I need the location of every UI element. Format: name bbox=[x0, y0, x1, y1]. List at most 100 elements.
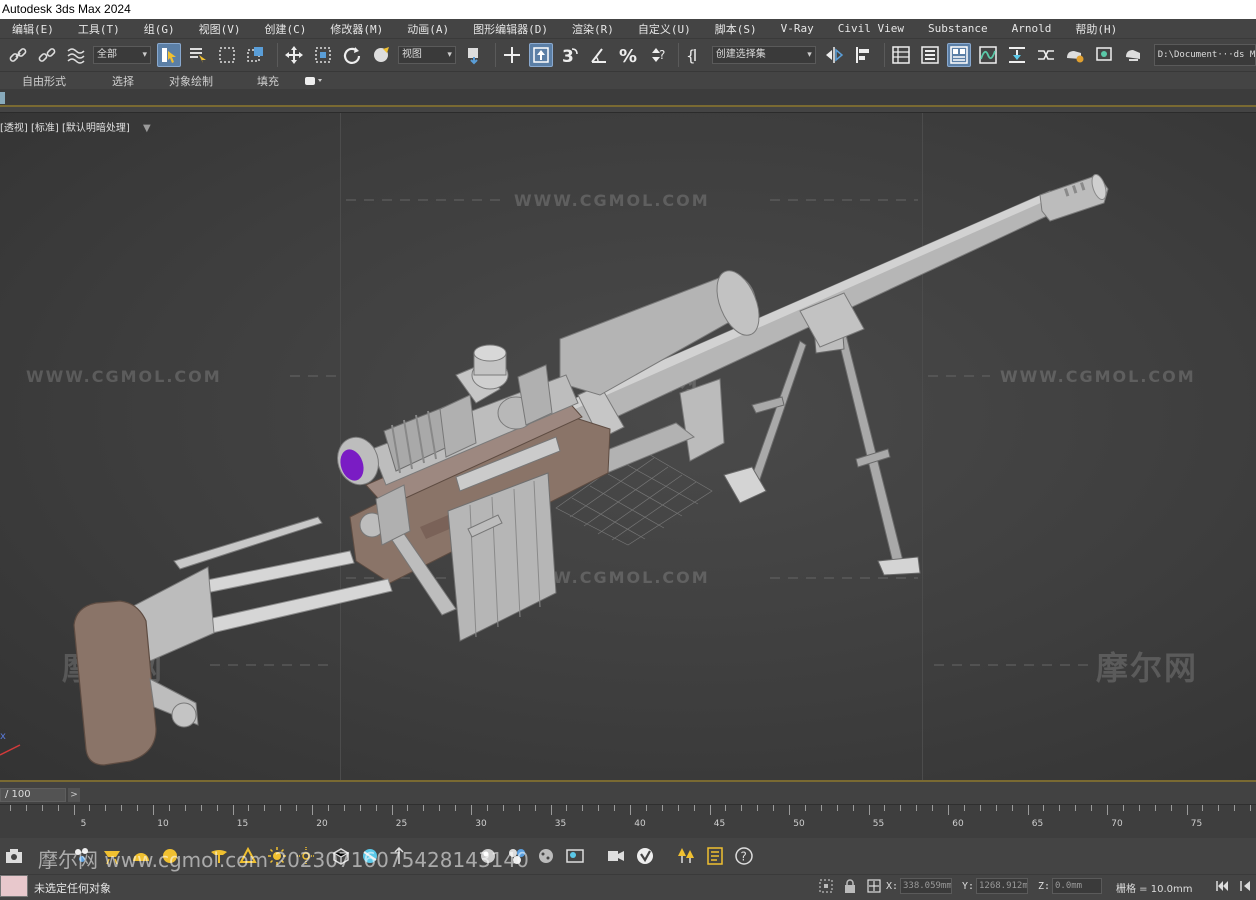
edit-named-selection-icon[interactable]: { bbox=[683, 43, 707, 67]
timeline-tick bbox=[1154, 805, 1156, 811]
svg-text:x: x bbox=[0, 731, 6, 742]
menu-item[interactable]: Arnold bbox=[1012, 22, 1052, 35]
percent-snap-icon[interactable]: % bbox=[616, 43, 640, 67]
menu-item[interactable]: 组(G) bbox=[144, 21, 175, 37]
ribbon-tab-object-paint[interactable]: 对象绘制 bbox=[169, 73, 213, 89]
named-selection-sets-dropdown[interactable]: 创建选择集 bbox=[711, 46, 816, 64]
move-icon[interactable] bbox=[282, 43, 306, 67]
timeline-tick bbox=[566, 805, 568, 811]
timeline-tick-label: 50 bbox=[793, 819, 805, 829]
rotate-icon[interactable] bbox=[340, 43, 364, 67]
absolute-mode-icon[interactable] bbox=[866, 878, 882, 894]
timeline-tick bbox=[820, 805, 822, 811]
render-production-icon[interactable] bbox=[1121, 43, 1145, 67]
material-editor-icon[interactable] bbox=[1034, 43, 1058, 67]
window-title: Autodesk 3ds Max 2024 bbox=[0, 0, 1256, 19]
snaps-toggle-icon[interactable]: 3 bbox=[558, 43, 582, 67]
help-icon[interactable]: ? bbox=[732, 844, 756, 868]
keyboard-shortcut-override-icon[interactable] bbox=[528, 43, 553, 67]
reference-coordinate-dropdown[interactable]: 视图 bbox=[397, 46, 456, 64]
select-manipulate-icon[interactable] bbox=[500, 43, 524, 67]
timeline-tick bbox=[486, 805, 488, 811]
maxscript-listener-swatch[interactable] bbox=[0, 875, 28, 897]
menu-bar: 编辑(E) 工具(T) 组(G) 视图(V) 创建(C) 修改器(M) 动画(A) 图形编辑器… bbox=[0, 19, 1256, 39]
rectangular-selection-icon[interactable] bbox=[215, 43, 239, 67]
project-path-field[interactable]: D:\Document···ds Max bbox=[1153, 44, 1256, 66]
scale-icon[interactable] bbox=[369, 43, 393, 67]
select-object-icon[interactable] bbox=[157, 43, 181, 67]
menu-item[interactable]: Civil View bbox=[838, 22, 904, 35]
sniper-rifle-model[interactable]: x bbox=[0, 113, 1256, 780]
window-crossing-icon[interactable] bbox=[244, 43, 268, 67]
selection-status-text: 未选定任何对象 bbox=[34, 882, 111, 895]
z-coord-field[interactable]: 0.0mm bbox=[1052, 878, 1102, 894]
menu-item[interactable]: 修改器(M) bbox=[330, 21, 383, 37]
ribbon-tab-freeform[interactable]: 自由形式 bbox=[22, 73, 66, 89]
bind-spacewarp-icon[interactable] bbox=[64, 43, 88, 67]
track-bar[interactable]: 5 10 15 20 25 30 35 40 45 50 55 60 65 70 75 bbox=[0, 804, 1256, 838]
unlink-icon[interactable] bbox=[35, 43, 59, 67]
timeline-tick-label: 35 bbox=[554, 819, 567, 829]
align-icon[interactable] bbox=[851, 43, 875, 67]
ribbon-tab-populate[interactable]: 填充 bbox=[257, 73, 279, 89]
texture-icon[interactable] bbox=[534, 844, 558, 868]
x-coord-field[interactable]: 338.059mm bbox=[900, 878, 952, 894]
timeline-tick-label: 75 bbox=[1190, 819, 1203, 829]
curve-editor-icon[interactable] bbox=[976, 43, 1000, 67]
perspective-viewport[interactable]: [透视] [标准] [默认明暗处理] ▼ WWW.CGMOL.COM WWW.C… bbox=[0, 112, 1256, 780]
menu-item[interactable]: 帮助(H) bbox=[1075, 21, 1117, 37]
pivot-center-icon[interactable] bbox=[462, 43, 486, 67]
menu-item[interactable]: Substance bbox=[928, 22, 988, 35]
menu-item[interactable]: 视图(V) bbox=[199, 21, 241, 37]
camera-icon[interactable] bbox=[2, 844, 26, 868]
menu-item[interactable]: 渲染(R) bbox=[572, 21, 614, 37]
menu-item[interactable]: V-Ray bbox=[781, 22, 814, 35]
timeline-tick bbox=[836, 805, 838, 811]
ribbon-tab-selection[interactable]: 选择 bbox=[112, 73, 134, 89]
spinner-snap-icon[interactable]: ? bbox=[645, 43, 669, 67]
frame-counter-field[interactable]: / 100 bbox=[0, 788, 66, 802]
menu-item[interactable]: 动画(A) bbox=[407, 21, 449, 37]
menu-item[interactable]: 编辑(E) bbox=[12, 21, 54, 37]
next-frame-button[interactable]: > bbox=[68, 788, 80, 802]
rendered-frame-window-icon[interactable] bbox=[1092, 43, 1116, 67]
menu-item[interactable]: 自定义(U) bbox=[638, 21, 691, 37]
selection-filter-dropdown[interactable]: 全部 bbox=[93, 46, 151, 64]
menu-item[interactable]: 创建(C) bbox=[265, 21, 307, 37]
time-slider[interactable]: / 100 > bbox=[0, 780, 1256, 804]
mirror-icon[interactable] bbox=[822, 43, 846, 67]
timeline-tick bbox=[502, 805, 504, 811]
schematic-view-icon[interactable] bbox=[1005, 43, 1029, 67]
layer-explorer-icon[interactable] bbox=[918, 43, 942, 67]
x-coord-label: X: bbox=[886, 881, 899, 892]
timeline-tick-label: 20 bbox=[316, 819, 328, 829]
timeline-tick bbox=[73, 805, 75, 815]
grid-size-readout: 栅格 = 10.0mm bbox=[1116, 884, 1193, 895]
menu-item[interactable]: 工具(T) bbox=[78, 21, 120, 37]
listener-icon[interactable] bbox=[703, 844, 727, 868]
lock-selection-icon[interactable] bbox=[842, 878, 858, 894]
ribbon-tabs: 自由形式 选择 对象绘制 填充 bbox=[0, 72, 1256, 90]
select-by-name-icon[interactable] bbox=[186, 43, 210, 67]
menu-item[interactable]: 图形编辑器(D) bbox=[473, 21, 548, 37]
angle-snap-icon[interactable] bbox=[587, 43, 611, 67]
scene-explorer-icon[interactable] bbox=[889, 43, 913, 67]
go-to-start-icon[interactable] bbox=[1214, 878, 1230, 894]
link-icon[interactable] bbox=[6, 43, 30, 67]
isolate-selection-icon[interactable] bbox=[818, 878, 834, 894]
timeline-tick-label: 45 bbox=[713, 819, 726, 829]
vray-logo-icon[interactable] bbox=[633, 844, 657, 868]
timeline-tick bbox=[582, 805, 584, 811]
frame-buffer-icon[interactable] bbox=[563, 844, 587, 868]
forest-icon[interactable] bbox=[674, 844, 698, 868]
camera-export-icon[interactable] bbox=[604, 844, 628, 868]
timeline-tick-label: 55 bbox=[872, 819, 885, 829]
render-setup-icon[interactable] bbox=[1063, 43, 1087, 67]
ribbon-options-icon[interactable] bbox=[305, 76, 323, 86]
timeline-tick bbox=[645, 805, 647, 811]
y-coord-field[interactable]: 1268.912m bbox=[976, 878, 1028, 894]
menu-item[interactable]: 脚本(S) bbox=[715, 21, 757, 37]
previous-frame-icon[interactable] bbox=[1238, 878, 1254, 894]
select-and-place-icon[interactable] bbox=[311, 43, 335, 67]
toggle-ribbon-icon[interactable] bbox=[946, 43, 971, 67]
